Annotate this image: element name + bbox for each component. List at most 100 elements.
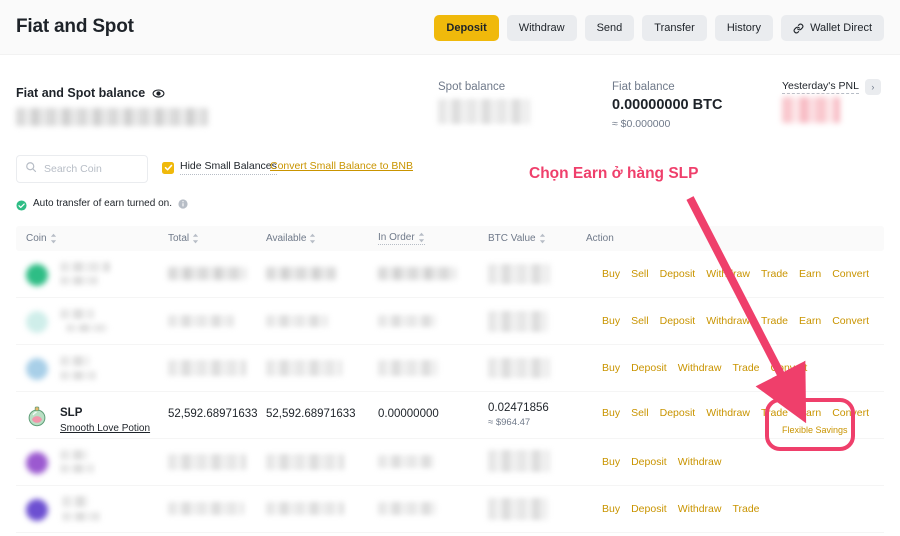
- send-button[interactable]: Send: [584, 15, 635, 41]
- row-actions: Buy Sell Deposit Withdraw Trade Earn Con…: [602, 268, 869, 280]
- sort-icon[interactable]: [418, 232, 425, 243]
- action-deposit[interactable]: Deposit: [660, 315, 696, 327]
- sort-icon[interactable]: [50, 233, 57, 244]
- checkbox-checked-icon[interactable]: [162, 161, 174, 174]
- column-header-available[interactable]: Available: [266, 233, 316, 244]
- in-order-redacted: [378, 315, 436, 327]
- action-withdraw[interactable]: Withdraw: [678, 456, 722, 468]
- action-trade[interactable]: Trade: [732, 362, 759, 374]
- column-header-coin[interactable]: Coin: [26, 233, 57, 244]
- available-redacted: [266, 454, 344, 470]
- action-trade[interactable]: Trade: [761, 407, 788, 419]
- table-header-row: Coin Total Available In Order BTC Value …: [16, 226, 884, 251]
- yesterdays-pnl-value-redacted: [782, 97, 840, 123]
- action-deposit[interactable]: Deposit: [660, 407, 696, 419]
- table-row[interactable]: Buy Deposit Withdraw Trade: [16, 486, 884, 533]
- assets-table: Coin Total Available In Order BTC Value …: [16, 226, 884, 533]
- action-deposit[interactable]: Deposit: [631, 503, 667, 515]
- action-deposit[interactable]: Deposit: [631, 456, 667, 468]
- balance-title-label: Fiat and Spot balance: [16, 86, 146, 100]
- yesterdays-pnl[interactable]: Yesterday's PNL ›: [782, 79, 881, 95]
- row-actions: Buy Deposit Withdraw Trade: [602, 503, 760, 515]
- table-row[interactable]: Buy Deposit Withdraw Trade Convert: [16, 345, 884, 392]
- action-sell[interactable]: Sell: [631, 268, 649, 280]
- search-coin-box[interactable]: [16, 155, 148, 183]
- withdraw-button[interactable]: Withdraw: [506, 15, 577, 41]
- total-redacted: [168, 454, 246, 470]
- action-buy[interactable]: Buy: [602, 407, 620, 419]
- wallet-direct-button[interactable]: Wallet Direct: [781, 15, 884, 41]
- cell-total: 52,592.68971633: [168, 408, 258, 420]
- action-convert[interactable]: Convert: [771, 362, 808, 374]
- action-deposit[interactable]: Deposit: [631, 362, 667, 374]
- hide-small-balances-toggle[interactable]: Hide Small Balances: [162, 160, 277, 175]
- search-input[interactable]: [44, 163, 139, 175]
- in-order-redacted: [378, 267, 456, 280]
- action-trade[interactable]: Trade: [732, 503, 759, 515]
- coin-fullname-redacted: [60, 371, 96, 380]
- action-trade[interactable]: Trade: [761, 268, 788, 280]
- available-redacted: [266, 360, 342, 376]
- column-label: BTC Value: [488, 233, 536, 244]
- action-convert[interactable]: Convert: [832, 315, 869, 327]
- action-deposit[interactable]: Deposit: [660, 268, 696, 280]
- fiat-balance-usd: ≈ $0.000000: [612, 118, 671, 130]
- fiat-spot-balance-value-redacted: [16, 108, 208, 126]
- action-flexible-savings[interactable]: Flexible Savings: [782, 425, 848, 435]
- table-row[interactable]: Buy Deposit Withdraw: [16, 439, 884, 486]
- sort-icon[interactable]: [192, 233, 199, 244]
- total-redacted: [168, 502, 244, 515]
- action-withdraw[interactable]: Withdraw: [678, 503, 722, 515]
- action-earn[interactable]: Earn: [799, 268, 821, 280]
- page-header: Fiat and Spot Deposit Withdraw Send Tran…: [0, 0, 900, 55]
- coin-name-redacted: [60, 262, 110, 272]
- action-trade[interactable]: Trade: [761, 315, 788, 327]
- wallet-direct-label: Wallet Direct: [810, 22, 872, 34]
- sort-icon[interactable]: [539, 233, 546, 244]
- action-withdraw[interactable]: Withdraw: [706, 268, 750, 280]
- action-convert[interactable]: Convert: [832, 407, 869, 419]
- coin-fullname[interactable]: Smooth Love Potion: [60, 423, 150, 434]
- column-header-total[interactable]: Total: [168, 233, 199, 244]
- table-row[interactable]: Buy Sell Deposit Withdraw Trade Earn Con…: [16, 298, 884, 345]
- btc-value-redacted: [488, 311, 548, 332]
- history-button[interactable]: History: [714, 15, 774, 41]
- action-sell[interactable]: Sell: [631, 315, 649, 327]
- coin-fullname-redacted: [60, 464, 94, 473]
- coin-name-redacted: [60, 309, 94, 319]
- action-buy[interactable]: Buy: [602, 268, 620, 280]
- info-icon[interactable]: [178, 198, 188, 209]
- sort-icon[interactable]: [309, 233, 316, 244]
- convert-small-balance-link[interactable]: Convert Small Balance to BNB: [270, 160, 413, 172]
- column-label: In Order: [378, 232, 415, 243]
- action-buy[interactable]: Buy: [602, 362, 620, 374]
- action-withdraw[interactable]: Withdraw: [706, 407, 750, 419]
- check-circle-icon: [16, 198, 27, 211]
- column-label: Action: [586, 233, 614, 244]
- btc-value-usd: ≈ $964.47: [488, 417, 531, 428]
- table-row[interactable]: Buy Sell Deposit Withdraw Trade Earn Con…: [16, 251, 884, 298]
- action-earn[interactable]: Earn: [799, 315, 821, 327]
- eye-icon[interactable]: [152, 87, 165, 100]
- btc-value-redacted: [488, 450, 550, 472]
- action-buy[interactable]: Buy: [602, 503, 620, 515]
- column-header-in-order[interactable]: In Order: [378, 232, 425, 245]
- action-withdraw[interactable]: Withdraw: [678, 362, 722, 374]
- fiat-balance-label: Fiat balance: [612, 81, 675, 93]
- column-label: Available: [266, 233, 307, 244]
- transfer-button[interactable]: Transfer: [642, 15, 707, 41]
- table-row-slp[interactable]: SLP Smooth Love Potion 52,592.68971633 5…: [16, 392, 884, 439]
- cell-available: 52,592.68971633: [266, 408, 356, 420]
- action-buy[interactable]: Buy: [602, 456, 620, 468]
- coin-name-redacted: [60, 356, 90, 366]
- row-actions: Buy Deposit Withdraw: [602, 456, 721, 468]
- chevron-right-icon[interactable]: ›: [864, 79, 881, 95]
- action-sell[interactable]: Sell: [631, 407, 649, 419]
- deposit-button[interactable]: Deposit: [434, 15, 499, 41]
- action-convert[interactable]: Convert: [832, 268, 869, 280]
- action-earn[interactable]: Earn: [799, 407, 821, 419]
- column-header-btc-value[interactable]: BTC Value: [488, 233, 546, 244]
- coin-name-slp: SLP Smooth Love Potion: [60, 403, 150, 434]
- action-buy[interactable]: Buy: [602, 315, 620, 327]
- action-withdraw[interactable]: Withdraw: [706, 315, 750, 327]
